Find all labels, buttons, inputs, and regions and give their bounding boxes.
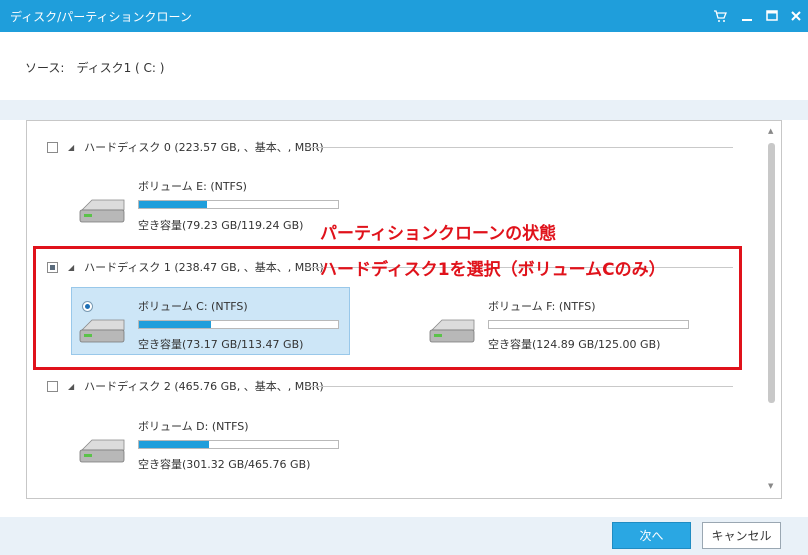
annotation-line-2: ハードディスク1を選択（ボリュームCのみ）	[320, 260, 666, 280]
collapse-triangle-icon[interactable]: ◢	[68, 382, 74, 391]
disk-0-divider	[305, 147, 733, 148]
volume-e-usage-fill	[139, 201, 207, 208]
disk-0-label: ハードディスク 0 (223.57 GB, 、基本、, MBR)	[84, 141, 324, 154]
title-bar: ディスク/パーティションクローン	[0, 0, 808, 32]
window-title: ディスク/パーティションクローン	[10, 10, 192, 24]
volume-d-usage-bar	[138, 440, 339, 449]
disk-0-header[interactable]: ◢ ハードディスク 0 (223.57 GB, 、基本、, MBR)	[47, 139, 324, 155]
scroll-down-icon[interactable]: ▼	[768, 482, 773, 490]
scroll-up-icon[interactable]: ▲	[768, 127, 773, 135]
disk-2-label: ハードディスク 2 (465.76 GB, 、基本、, MBR)	[84, 380, 324, 393]
annotation-line-1: パーティションクローンの状態	[320, 224, 557, 244]
volume-d-name: ボリューム D: (NTFS)	[138, 420, 249, 433]
source-area: ソース: ディスク1 ( C: )	[0, 32, 808, 100]
disk-2-checkbox[interactable]	[47, 380, 58, 392]
minimize-icon[interactable]	[737, 6, 757, 26]
volume-e-capacity: 空き容量(79.23 GB/119.24 GB)	[138, 219, 304, 232]
next-button[interactable]: 次へ	[612, 522, 691, 549]
disk-2-divider	[305, 386, 733, 387]
disk-0-checkbox[interactable]	[47, 141, 58, 153]
source-label: ソース: ディスク1 ( C: )	[25, 61, 165, 75]
separator-band	[0, 100, 808, 120]
volume-e-usage-bar	[138, 200, 339, 209]
volume-d-capacity: 空き容量(301.32 GB/465.76 GB)	[138, 458, 311, 471]
cart-icon[interactable]	[710, 6, 730, 26]
volume-d-usage-fill	[139, 441, 209, 448]
cancel-button[interactable]: キャンセル	[702, 522, 781, 549]
collapse-triangle-icon[interactable]: ◢	[68, 143, 74, 152]
scrollbar-thumb[interactable]	[768, 143, 775, 403]
hard-drive-icon[interactable]	[78, 436, 128, 466]
close-icon[interactable]	[786, 6, 806, 26]
volume-e-name: ボリューム E: (NTFS)	[138, 180, 247, 193]
hard-drive-icon[interactable]	[78, 196, 128, 226]
maximize-icon[interactable]	[762, 6, 782, 26]
disk-2-header[interactable]: ◢ ハードディスク 2 (465.76 GB, 、基本、, MBR)	[47, 378, 324, 394]
